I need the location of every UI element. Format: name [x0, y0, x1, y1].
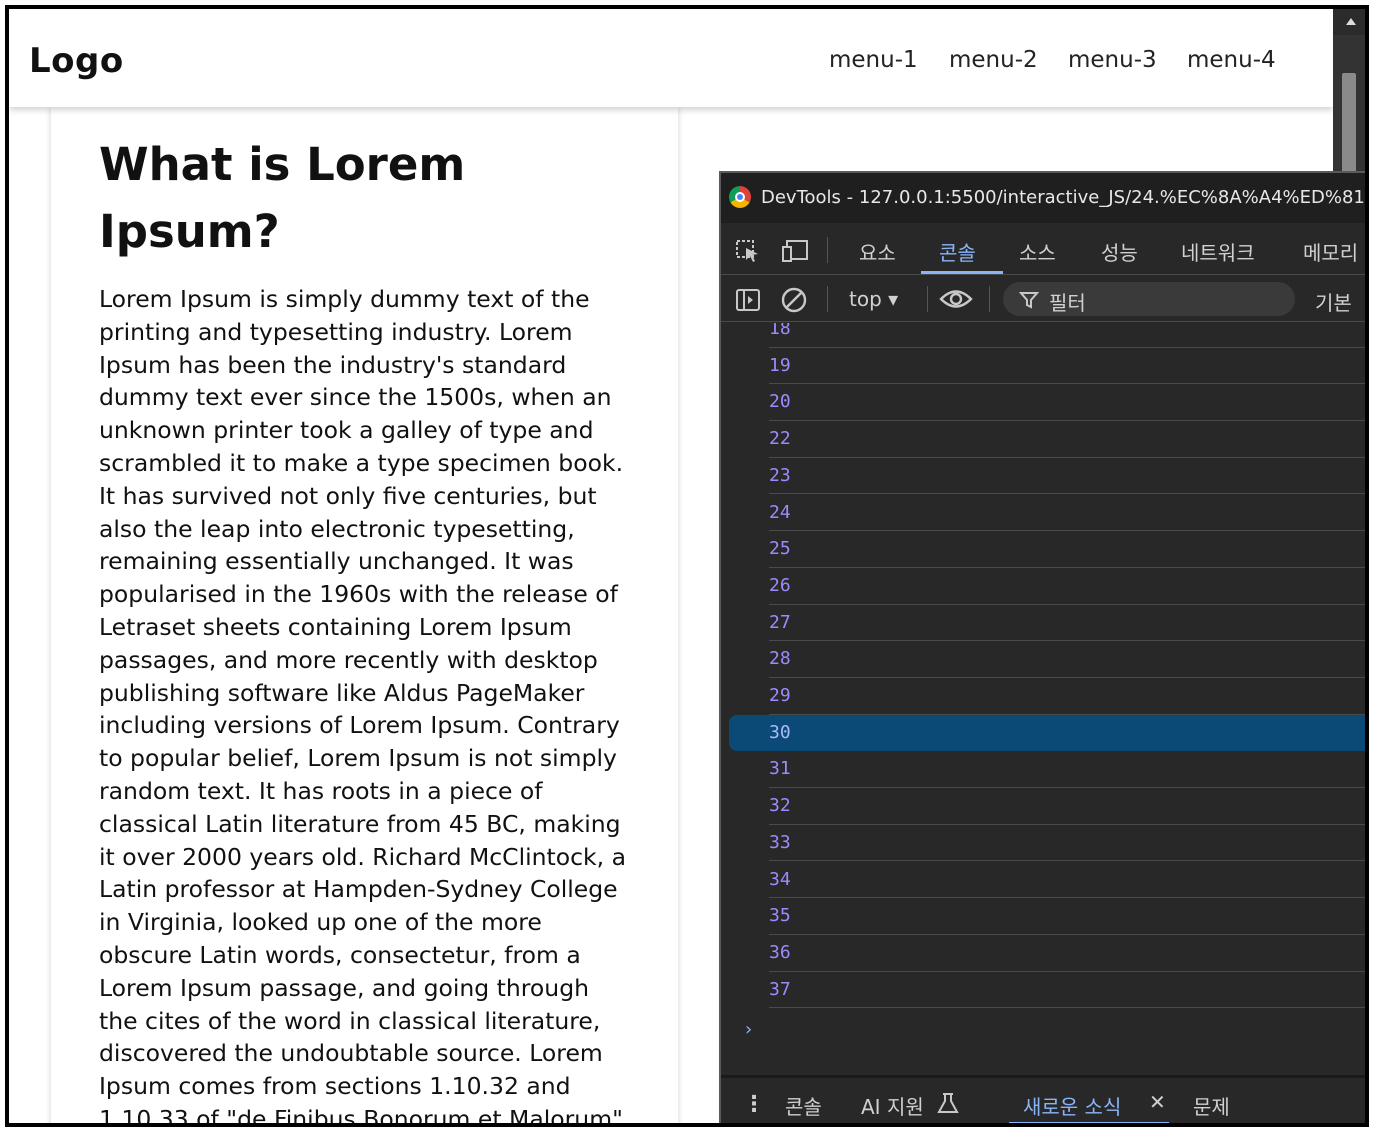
menu-item-3[interactable]: menu-3 — [1068, 47, 1157, 73]
article-body: Lorem Ipsum is simply dummy text of the … — [99, 285, 626, 1123]
filter-placeholder: 필터 — [1049, 291, 1086, 315]
article-title: What is Lorem Ipsum? — [99, 138, 466, 258]
console-log-value: 37 — [769, 978, 791, 1000]
device-toolbar-icon[interactable] — [781, 239, 808, 263]
devtools-titlebar[interactable]: DevTools - 127.0.0.1:5500/interactive_JS… — [721, 173, 1369, 223]
article-card: What is Lorem Ipsum? Lorem Ipsum is simp… — [51, 107, 678, 1123]
console-log-value: 18 — [769, 323, 791, 339]
console-log-row[interactable]: 37 — [769, 972, 1365, 1009]
console-log-value: 33 — [769, 831, 791, 853]
console-log-row[interactable]: 22 — [769, 421, 1365, 458]
console-log-row[interactable]: 35 — [769, 898, 1365, 935]
active-tab-indicator — [921, 271, 1003, 274]
console-prompt-icon[interactable]: › — [743, 1019, 754, 1040]
tab-performance[interactable]: 성능 — [1101, 237, 1138, 266]
toolbar-divider — [989, 286, 990, 312]
console-log-row[interactable]: 31 — [769, 751, 1365, 789]
drawer-tab-whats-new[interactable]: 새로운 소식 — [1023, 1091, 1121, 1120]
close-tab-icon[interactable]: ✕ — [1149, 1090, 1166, 1114]
devtools-title: DevTools - 127.0.0.1:5500/interactive_JS… — [761, 187, 1369, 208]
menu-item-1[interactable]: menu-1 — [829, 47, 918, 73]
scroll-up-arrow-icon[interactable] — [1333, 9, 1365, 35]
menu-item-4[interactable]: menu-4 — [1187, 47, 1276, 73]
toolbar-divider — [827, 237, 828, 263]
toolbar-divider — [927, 286, 928, 312]
console-filter-input[interactable]: 필터 — [1003, 282, 1295, 316]
console-output[interactable]: 18 19 20 22 23 24 25 26 27 28 29 30 31 32 33 34 35 36 37 › — [721, 323, 1365, 1075]
tab-memory[interactable]: 메모리 — [1303, 237, 1358, 266]
log-levels-dropdown[interactable]: 기본 — [1315, 287, 1352, 316]
console-log-value: 32 — [769, 795, 791, 817]
console-log-row[interactable]: 32 — [769, 788, 1365, 825]
console-log-row[interactable]: 34 — [769, 862, 1365, 899]
console-log-row[interactable]: 36 — [769, 935, 1365, 972]
inspect-element-icon[interactable] — [735, 239, 761, 263]
console-log-value: 34 — [769, 868, 791, 890]
console-log-value: 23 — [769, 464, 791, 486]
console-log-value: 36 — [769, 941, 791, 963]
console-log-value: 26 — [769, 574, 791, 596]
drawer-tab-ai-assistance[interactable]: AI 지원 — [861, 1091, 924, 1120]
context-selector[interactable]: top ▾ — [849, 287, 898, 311]
tab-network[interactable]: 네트워크 — [1181, 237, 1255, 266]
flask-icon — [937, 1092, 959, 1114]
clear-console-icon[interactable] — [781, 287, 807, 313]
console-log-value: 22 — [769, 428, 791, 450]
menu-item-2[interactable]: menu-2 — [949, 47, 1038, 73]
toolbar-divider — [827, 286, 828, 312]
console-log-value: 30 — [769, 721, 791, 743]
screenshot-frame: Logo menu-1 menu-2 menu-3 menu-4 What is… — [5, 5, 1369, 1127]
drawer-tab-issues[interactable]: 문제 — [1193, 1091, 1230, 1120]
devtools-window: DevTools - 127.0.0.1:5500/interactive_JS… — [719, 171, 1369, 1123]
filter-funnel-icon — [1018, 290, 1040, 310]
tab-elements[interactable]: 요소 — [859, 237, 896, 266]
chrome-icon — [729, 186, 751, 208]
devtools-drawer: ⋮ 콘솔 AI 지원 새로운 소식 ✕ 문제 — [721, 1075, 1365, 1123]
console-log-row[interactable]: 27 — [769, 605, 1365, 642]
console-log-row[interactable]: 30 — [729, 714, 1365, 752]
live-expression-eye-icon[interactable] — [939, 288, 973, 312]
drawer-active-indicator — [1009, 1122, 1169, 1123]
console-log-row[interactable]: 33 — [769, 825, 1365, 862]
console-log-row[interactable]: 18 — [769, 323, 1365, 348]
console-log-row[interactable]: 26 — [769, 568, 1365, 605]
console-log-row[interactable]: 19 — [769, 348, 1365, 385]
tab-console[interactable]: 콘솔 — [939, 237, 976, 266]
site-logo[interactable]: Logo — [29, 41, 124, 81]
console-toolbar: top ▾ 필터 기본 — [721, 276, 1365, 322]
console-log-value: 19 — [769, 354, 791, 376]
drawer-more-menu-icon[interactable]: ⋮ — [743, 1092, 765, 1117]
console-log-value: 27 — [769, 611, 791, 633]
console-log-value: 28 — [769, 648, 791, 670]
site-header: Logo menu-1 menu-2 menu-3 menu-4 — [9, 9, 1333, 107]
console-log-value: 24 — [769, 501, 791, 523]
console-log-value: 29 — [769, 685, 791, 706]
scroll-thumb[interactable] — [1342, 73, 1356, 183]
console-log-row[interactable]: 25 — [769, 531, 1365, 568]
console-log-row[interactable]: 20 — [769, 384, 1365, 422]
console-log-value: 35 — [769, 905, 791, 927]
sidebar-toggle-icon[interactable] — [735, 288, 761, 312]
console-log-row[interactable]: 29 — [769, 678, 1365, 715]
console-log-row[interactable]: 28 — [769, 641, 1365, 678]
console-log-value: 20 — [769, 391, 791, 413]
drawer-tab-console[interactable]: 콘솔 — [785, 1091, 822, 1120]
console-log-value: 31 — [769, 758, 791, 780]
devtools-tabbar: 요소 콘솔 소스 성능 네트워크 메모리 — [721, 223, 1365, 275]
tab-sources[interactable]: 소스 — [1019, 237, 1056, 266]
console-log-value: 25 — [769, 538, 791, 560]
console-log-row[interactable]: 23 — [769, 458, 1365, 495]
console-log-row[interactable]: 24 — [769, 495, 1365, 532]
